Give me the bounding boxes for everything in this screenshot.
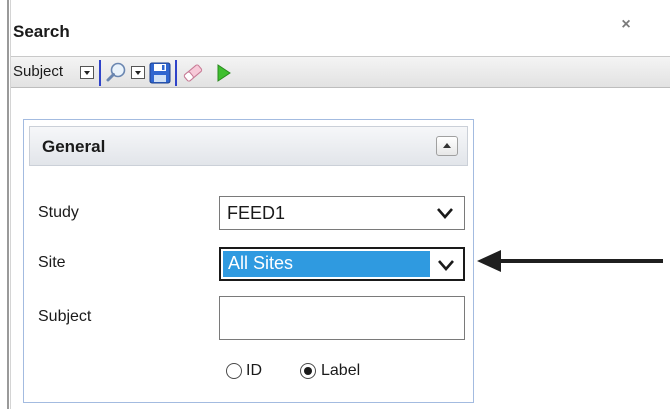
toolbar-separator-2: [175, 60, 177, 86]
subject-label: Subject: [38, 308, 92, 325]
window-left-border: [7, 0, 9, 409]
eraser-icon[interactable]: [181, 61, 205, 85]
site-select[interactable]: All Sites: [219, 247, 465, 281]
search-panel: Search × Subject General Study FEED1 Sit…: [11, 12, 670, 409]
subject-input[interactable]: [219, 296, 465, 340]
subject-type-label[interactable]: Subject: [13, 63, 63, 80]
save-floppy-icon[interactable]: [148, 61, 172, 85]
study-label: Study: [38, 204, 79, 221]
general-group-title: General: [42, 137, 106, 156]
site-select-value: All Sites: [228, 253, 294, 273]
run-play-icon[interactable]: [211, 61, 235, 85]
search-mode-dropdown[interactable]: [131, 66, 145, 79]
subject-type-dropdown[interactable]: [80, 66, 94, 79]
collapse-button[interactable]: [436, 136, 458, 156]
radio-id[interactable]: [226, 363, 242, 379]
search-magnifier-icon[interactable]: [105, 61, 129, 85]
site-label: Site: [38, 254, 66, 271]
close-button[interactable]: ×: [616, 15, 636, 35]
search-toolbar: Subject: [11, 56, 670, 88]
study-select[interactable]: FEED1: [219, 196, 465, 230]
radio-label[interactable]: [300, 363, 316, 379]
toolbar-separator: [99, 60, 101, 86]
pointer-arrow-annotation: [477, 250, 663, 272]
radio-id-label: ID: [246, 362, 262, 379]
chevron-down-icon: [438, 260, 454, 271]
panel-title: Search: [13, 22, 70, 41]
general-group-header: General: [29, 126, 468, 166]
radio-label-label: Label: [321, 362, 361, 379]
general-group: General Study FEED1 Site All Sites Subje…: [23, 119, 474, 403]
top-strip: [0, 0, 670, 10]
study-select-value: FEED1: [227, 203, 286, 223]
search-title-bar: Search ×: [11, 12, 670, 48]
chevron-down-icon: [437, 208, 453, 219]
